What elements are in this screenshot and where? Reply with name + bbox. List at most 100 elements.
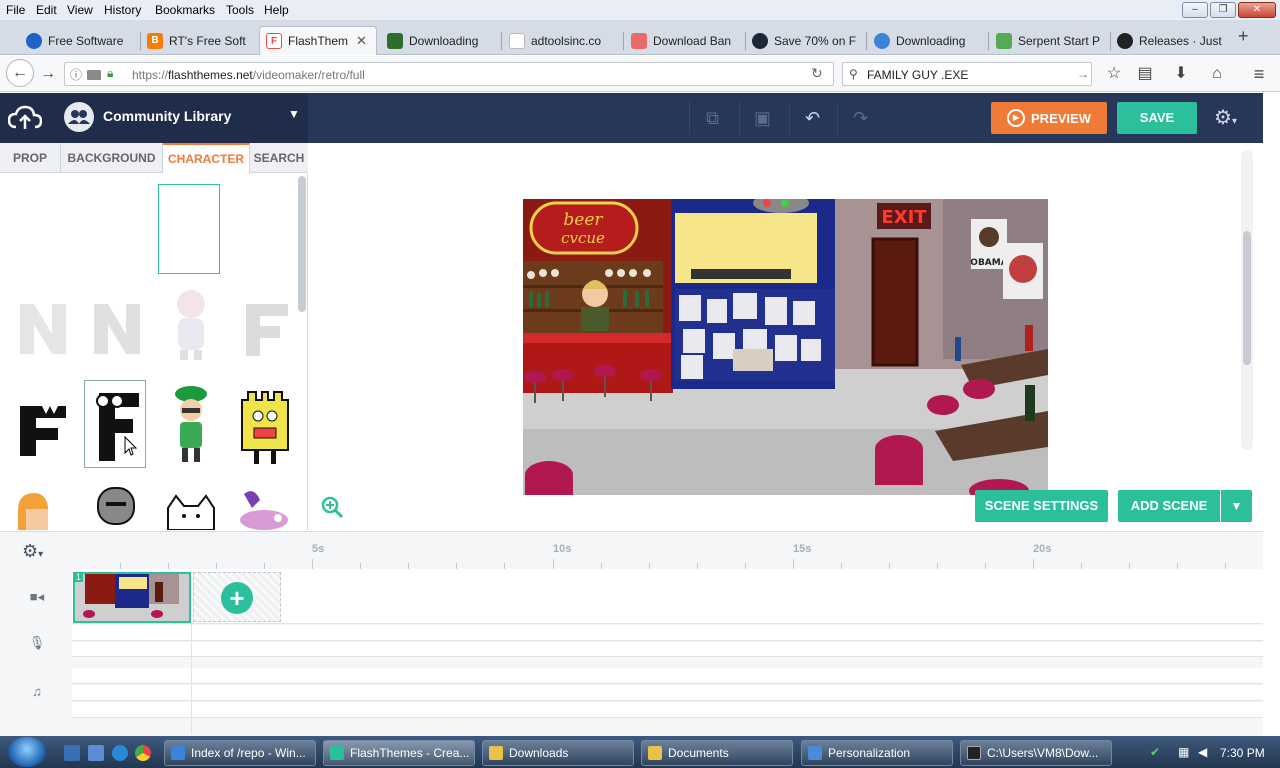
chevron-down-icon[interactable]: ▼ [288, 107, 300, 121]
task-documents[interactable]: Documents [641, 740, 793, 766]
go-arrow-icon[interactable]: → [1077, 67, 1089, 81]
tab-label: Downloading [409, 33, 479, 48]
address-bar[interactable]: ⓘ 🔒︎ https://flashthemes.net/videomaker/… [64, 62, 834, 86]
settings-gear-icon[interactable]: ⚙▾ [1214, 105, 1237, 130]
undo-icon[interactable]: ↶ [789, 101, 835, 135]
tab-free-software[interactable]: Free Software [20, 26, 138, 55]
task-personalization[interactable]: Personalization [801, 740, 953, 766]
paste-icon[interactable]: ▣ [739, 101, 785, 135]
url-text: https://flashthemes.net/videomaker/retro… [132, 68, 365, 82]
task-label: FlashThemes - Crea... [350, 746, 470, 760]
hamburger-menu-icon[interactable]: ≡ [1247, 62, 1271, 86]
scene-thumbnail[interactable] [73, 572, 191, 623]
tray-volume-icon[interactable]: ◀ [1198, 745, 1212, 759]
reading-list-icon[interactable]: ▤ [1133, 62, 1157, 86]
voice-track-2[interactable] [72, 642, 1263, 657]
show-desktop-icon[interactable] [64, 745, 80, 761]
bookmark-star-icon[interactable]: ☆ [1102, 62, 1126, 86]
task-flashthemes[interactable]: FlashThemes - Crea... [323, 740, 475, 766]
task-downloads[interactable]: Downloads [482, 740, 634, 766]
menu-help[interactable]: Help [264, 3, 289, 17]
close-window-button[interactable]: ✕ [1238, 2, 1276, 18]
start-button[interactable] [8, 737, 46, 767]
close-tab-icon[interactable]: ✕ [356, 33, 367, 49]
add-scene-dropdown-icon[interactable]: ▼ [1221, 490, 1252, 522]
tab-prop[interactable]: PROP [0, 143, 61, 173]
tab-flashthemes[interactable]: F FlashThem ✕ [259, 26, 377, 55]
tab-releases[interactable]: Releases · Just [1111, 26, 1229, 55]
music-track-2[interactable] [72, 685, 1263, 701]
library-scrollbar[interactable] [298, 176, 306, 312]
preview-button[interactable]: ▶ PREVIEW [991, 102, 1107, 134]
tab-label: Free Software [48, 33, 124, 48]
tab-downloading-1[interactable]: Downloading [381, 26, 499, 55]
tab-rts-free-soft[interactable]: B RT's Free Soft [141, 26, 259, 55]
selected-empty-asset[interactable] [158, 184, 220, 274]
reload-icon[interactable]: ↻ [811, 65, 823, 82]
maximize-button[interactable]: ❐ [1210, 2, 1236, 18]
redo-icon[interactable]: ↷ [837, 101, 883, 135]
asset-yellow-castle-character[interactable] [234, 384, 296, 468]
scene-settings-button[interactable]: SCENE SETTINGS [975, 490, 1108, 522]
tab-save-70[interactable]: Save 70% on F [746, 26, 864, 55]
task-index-of-repo[interactable]: Index of /repo - Win... [164, 740, 316, 766]
asset-purple-pig-character[interactable] [234, 486, 296, 530]
timeline-settings-gear-icon[interactable]: ⚙▾ [22, 541, 43, 562]
tab-serpent-start[interactable]: Serpent Start P [990, 26, 1108, 55]
timeline-ruler[interactable]: 5s 10s 15s 20s [72, 531, 1263, 569]
cloud-upload-icon[interactable] [8, 105, 42, 131]
asset-letter-f-faded[interactable] [234, 284, 296, 364]
copy-icon[interactable]: ⧉ [689, 101, 735, 135]
menu-bookmarks[interactable]: Bookmarks [155, 3, 215, 17]
browser-icon [171, 746, 185, 760]
asset-letter-n-2[interactable] [86, 284, 148, 364]
asset-green-hat-character[interactable] [160, 382, 222, 468]
plus-icon[interactable]: + [221, 582, 253, 614]
tick-15s: 15s [793, 543, 812, 555]
asset-letter-f-hovered[interactable] [84, 380, 146, 468]
library-selector[interactable]: Community Library ▼ [0, 93, 308, 143]
task-command-prompt[interactable]: C:\Users\VM8\Dow... [960, 740, 1112, 766]
asset-letter-n-1[interactable] [12, 284, 74, 364]
tab-search[interactable]: SEARCH [250, 143, 308, 173]
new-tab-button[interactable]: + [1238, 26, 1249, 47]
asset-white-cat-character[interactable] [160, 492, 222, 530]
tray-check-icon[interactable]: ✔ [1150, 745, 1164, 759]
music-track-3[interactable] [72, 702, 1263, 718]
home-icon[interactable]: ⌂ [1205, 62, 1229, 86]
info-icon[interactable]: ⓘ [70, 66, 82, 83]
add-scene-button[interactable]: ADD SCENE [1118, 490, 1220, 522]
tab-download-ban[interactable]: Download Ban [625, 26, 743, 55]
asset-orange-hair-character[interactable] [12, 489, 74, 530]
back-button[interactable]: ← [6, 59, 34, 87]
menu-file[interactable]: File [6, 3, 25, 17]
tab-downloading-2[interactable]: Downloading [868, 26, 986, 55]
play-icon: ▶ [1007, 109, 1026, 127]
minimize-button[interactable]: – [1182, 2, 1208, 18]
add-scene-placeholder[interactable]: + [193, 572, 281, 622]
internet-explorer-icon[interactable] [112, 745, 128, 761]
music-track[interactable] [72, 668, 1263, 684]
forward-button[interactable]: → [36, 62, 60, 86]
asset-pig-character[interactable] [160, 284, 222, 364]
downloads-icon[interactable]: ⬇ [1169, 62, 1193, 86]
save-button[interactable]: SAVE [1117, 102, 1197, 134]
tab-character[interactable]: CHARACTER [163, 143, 250, 174]
asset-gray-robot-character[interactable] [86, 486, 148, 530]
explorer-icon[interactable] [88, 745, 104, 761]
menu-history[interactable]: History [104, 3, 141, 17]
tab-label: Download Ban [653, 33, 732, 48]
scene-canvas[interactable]: beer cvcue EXIT OBAMA [523, 199, 1048, 495]
voice-track[interactable] [72, 625, 1263, 641]
tab-adtoolsinc[interactable]: adtoolsinc.co [503, 26, 621, 55]
menu-tools[interactable]: Tools [226, 3, 254, 17]
stage-scrollbar[interactable] [1243, 231, 1251, 365]
chrome-icon[interactable] [135, 745, 151, 761]
asset-letter-f-monster[interactable] [12, 384, 74, 469]
zoom-in-icon[interactable] [320, 495, 344, 519]
menu-view[interactable]: View [67, 3, 93, 17]
tray-network-icon[interactable]: ▦ [1178, 745, 1192, 759]
tab-background[interactable]: BACKGROUND [61, 143, 163, 173]
search-input[interactable]: ⚲ FAMILY GUY .EXE → [842, 62, 1092, 86]
menu-edit[interactable]: Edit [36, 3, 57, 17]
